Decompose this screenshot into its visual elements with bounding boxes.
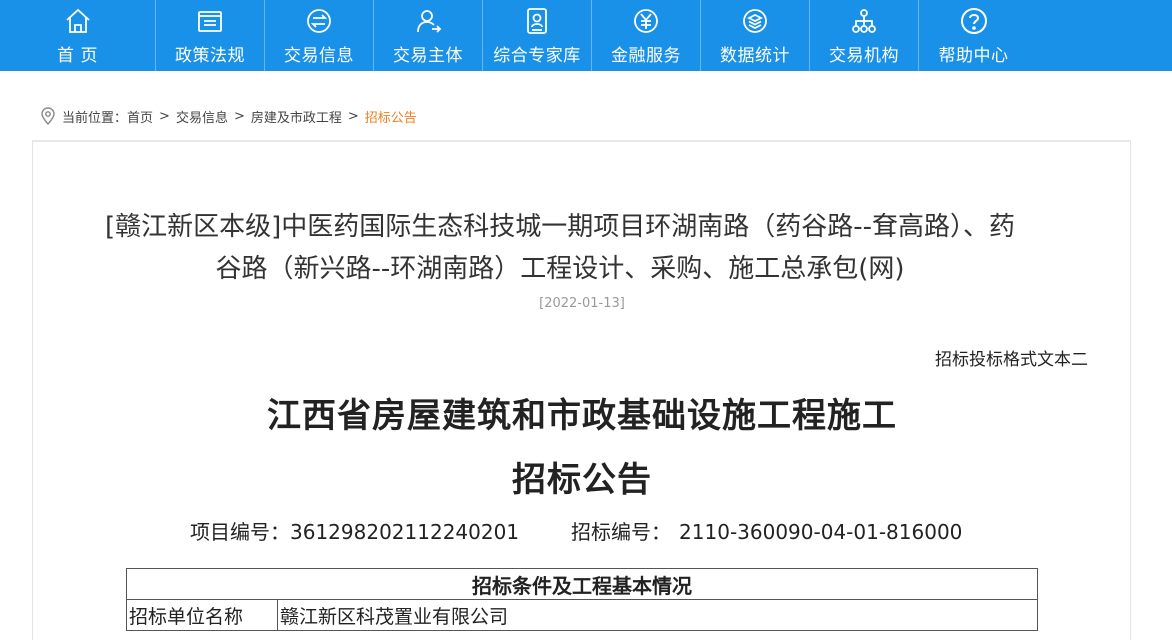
document-subtitle: 招标公告	[512, 460, 652, 500]
nav-item-trade-info[interactable]: 交易信息	[265, 0, 374, 71]
location-pin-icon	[41, 107, 55, 125]
home-icon	[63, 6, 93, 36]
nav-label: 帮助中心	[938, 46, 1009, 66]
breadcrumb-home[interactable]: 首页	[127, 107, 153, 126]
breadcrumb-separator: >	[159, 108, 170, 124]
layers-icon	[740, 6, 770, 36]
breadcrumb: 当前位置： 首页 > 交易信息 > 房建及市政工程 > 招标公告	[40, 106, 417, 126]
nav-label: 数据统计	[720, 46, 790, 66]
bid-conditions-table: 招标条件及工程基本情况 招标单位名称 赣江新区科茂置业有限公司	[126, 568, 1038, 631]
nav-item-institutions[interactable]: 交易机构	[810, 0, 919, 71]
nav-item-experts[interactable]: 综合专家库	[483, 0, 592, 71]
table-key: 招标单位名称	[126, 599, 278, 631]
table-row: 招标单位名称 赣江新区科茂置业有限公司	[126, 599, 1038, 631]
nav-item-finance[interactable]: 金融服务	[592, 0, 701, 71]
table-value: 赣江新区科茂置业有限公司	[277, 599, 1038, 631]
yuan-icon	[631, 6, 661, 36]
nav-item-trade-subject[interactable]: 交易主体	[374, 0, 483, 71]
article-title: [赣江新区本级]中医药国际生态科技城一期项目环湖南路（药谷路--耷高路）、药 谷…	[60, 206, 1060, 290]
project-codes: 项目编号：361298202112240201 招标编号： 2110-360090-…	[190, 516, 962, 545]
bid-no-label: 招标编号：	[571, 520, 672, 544]
breadcrumb-construction[interactable]: 房建及市政工程	[251, 107, 342, 126]
user-icon	[413, 6, 443, 36]
nav-label: 综合专家库	[493, 46, 581, 66]
article-date: [2022-01-13]	[539, 296, 625, 311]
project-no: 361298202112240201	[290, 520, 520, 544]
nav-label: 政策法规	[175, 46, 245, 66]
breadcrumb-current: 招标公告	[364, 110, 417, 126]
breadcrumb-prefix: 当前位置：	[62, 110, 128, 126]
nav-label: 首 页	[57, 46, 98, 66]
top-nav: 首 页 政策法规 交易信息 交易主体 综合专家库 金融服务 数据统计 交易机构 …	[0, 0, 1172, 71]
nav-item-statistics[interactable]: 数据统计	[701, 0, 810, 71]
table-header: 招标条件及工程基本情况	[126, 568, 1038, 600]
nav-item-policy[interactable]: 政策法规	[156, 0, 265, 71]
breadcrumb-separator: >	[233, 108, 245, 124]
org-chart-icon	[849, 6, 879, 36]
help-icon	[959, 6, 989, 36]
bid-no: 2110-360090-04-01-816000	[679, 520, 963, 544]
nav-label: 交易信息	[284, 46, 354, 66]
article-title-line: [赣江新区本级]中医药国际生态科技城一期项目环湖南路（药谷路--耷高路）、药	[104, 212, 1016, 242]
exchange-icon	[304, 6, 334, 36]
nav-label: 交易机构	[829, 46, 899, 66]
format-note: 招标投标格式文本二	[935, 350, 1088, 370]
nav-label: 金融服务	[611, 46, 681, 66]
breadcrumb-trade-info[interactable]: 交易信息	[176, 107, 228, 126]
nav-item-help[interactable]: 帮助中心	[919, 0, 1028, 71]
id-card-icon	[522, 6, 552, 36]
table-header-row: 招标条件及工程基本情况	[126, 568, 1038, 600]
breadcrumb-separator: >	[347, 108, 359, 124]
folder-icon	[195, 6, 225, 36]
nav-label: 交易主体	[393, 46, 463, 66]
nav-item-home[interactable]: 首 页	[0, 0, 156, 71]
document-title: 江西省房屋建筑和市政基础设施工程施工	[267, 396, 897, 436]
article-title-line: 谷路（新兴路--环湖南路）工程设计、采购、施工总承包(网)	[215, 254, 905, 284]
project-no-label: 项目编号：	[190, 520, 290, 544]
